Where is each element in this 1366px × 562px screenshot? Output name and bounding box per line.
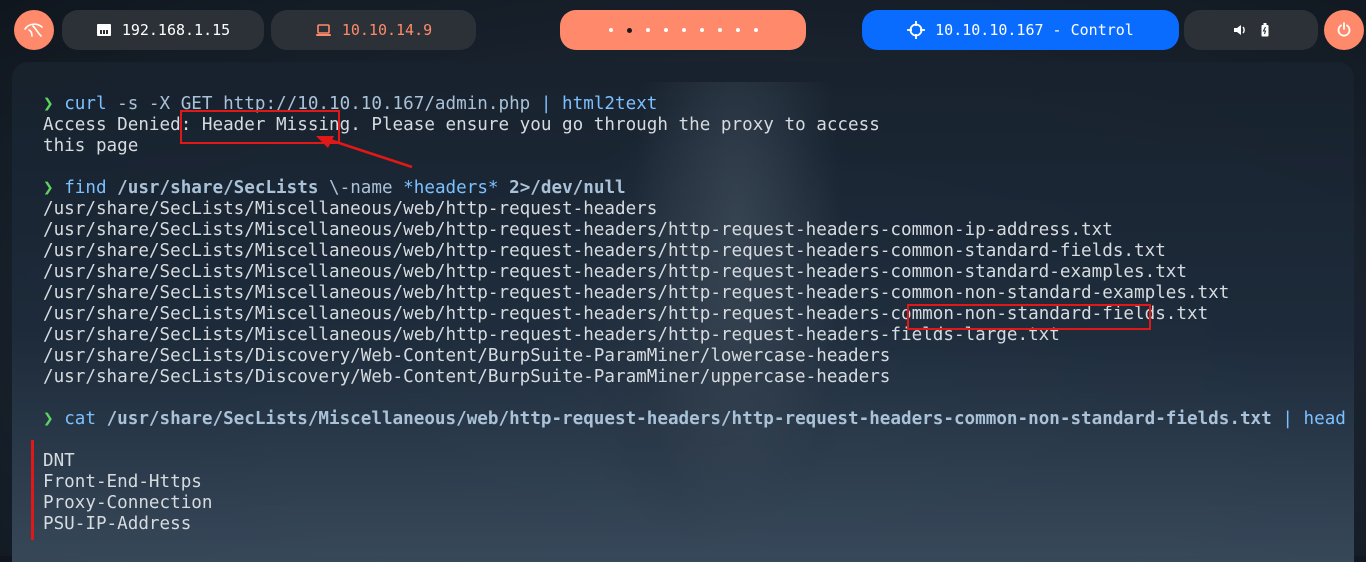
- command-name: find: [64, 178, 107, 198]
- output-text: . Please ensure you go through the proxy…: [350, 115, 880, 135]
- workspace-dots: [608, 27, 758, 33]
- volume-icon[interactable]: [1233, 24, 1247, 36]
- output-line: /usr/share/SecLists/Miscellaneous/web/ht…: [43, 262, 1187, 282]
- host-ip-text: 192.168.1.15: [121, 21, 231, 39]
- target-pill[interactable]: 10.10.10.167 - Control: [862, 10, 1179, 50]
- highlight-bar-cat-output: [31, 440, 34, 540]
- command-name: html2text: [562, 94, 658, 114]
- workspace-dot[interactable]: [645, 28, 650, 32]
- output-line: /usr/share/SecLists/Miscellaneous/web/ht…: [43, 325, 1060, 345]
- prompt-symbol: ❯: [43, 94, 54, 114]
- command-line-find: ❯ find /usr/share/SecLists \-name *heade…: [43, 178, 1354, 199]
- glob-pattern: *headers*: [403, 178, 499, 198]
- command-args: \-name: [329, 178, 404, 198]
- vpn-ip-pill[interactable]: 10.10.14.9: [271, 10, 476, 50]
- output-line: /usr/share/SecLists/Miscellaneous/web/ht…: [43, 199, 658, 219]
- workspace-dot[interactable]: [699, 28, 704, 32]
- workspace-dot[interactable]: [681, 28, 686, 32]
- pipe-symbol: |: [540, 94, 552, 114]
- ethernet-icon: [96, 23, 112, 37]
- kali-dragon-icon: [23, 21, 45, 39]
- laptop-icon: [315, 23, 332, 37]
- vpn-ip-text: 10.10.14.9: [341, 21, 433, 39]
- redirect: 2>/dev/null: [509, 178, 626, 198]
- target-text: 10.10.10.167 - Control: [935, 21, 1134, 39]
- output-text: /usr/share/SecLists/Miscellaneous/web/ht…: [43, 304, 965, 324]
- workspace-dot[interactable]: [753, 28, 758, 32]
- power-button[interactable]: [1324, 10, 1364, 50]
- header-name-line: Front-End-Https: [43, 472, 202, 492]
- output-text: Access Denied:: [43, 115, 202, 135]
- terminal-window[interactable]: ❯ curl -s -X GET http://10.10.10.167/adm…: [12, 62, 1354, 562]
- workspace-dot[interactable]: [735, 28, 740, 32]
- power-icon: [1336, 22, 1352, 38]
- battery-icon[interactable]: [1261, 23, 1269, 37]
- highlight-box-non-standard-fields: [907, 304, 1151, 330]
- header-name-line: Proxy-Connection: [43, 493, 213, 513]
- output-line: /usr/share/SecLists/Discovery/Web-Conten…: [43, 367, 891, 387]
- command-name: curl: [64, 94, 107, 114]
- prompt-symbol: ❯: [43, 178, 54, 198]
- pipe-symbol: |: [1282, 409, 1293, 429]
- header-name-line: DNT: [43, 451, 75, 471]
- workspace-dot[interactable]: [608, 28, 613, 32]
- command-name: cat: [64, 409, 96, 429]
- prompt-symbol: ❯: [43, 409, 54, 429]
- command-line-cat: ❯ cat /usr/share/SecLists/Miscellaneous/…: [43, 409, 1354, 430]
- header-name-line: PSU-IP-Address: [43, 514, 192, 534]
- workspace-dot[interactable]: [717, 28, 722, 32]
- output-line: /usr/share/SecLists/Miscellaneous/web/ht…: [43, 283, 1230, 303]
- terminal-output: ❯ curl -s -X GET http://10.10.10.167/adm…: [43, 94, 1354, 535]
- workspace-dot[interactable]: [626, 27, 632, 33]
- crosshair-icon: [907, 21, 926, 39]
- command-path: /usr/share/SecLists/Miscellaneous/web/ht…: [106, 409, 1272, 429]
- annotation-arrow: [316, 136, 413, 169]
- output-line: /usr/share/SecLists/Discovery/Web-Conten…: [43, 346, 891, 366]
- host-ip-pill[interactable]: 192.168.1.15: [62, 10, 264, 50]
- output-line: /usr/share/SecLists/Miscellaneous/web/ht…: [43, 304, 1354, 325]
- workspace-switcher[interactable]: [560, 10, 806, 50]
- top-bar: 192.168.1.15 10.10.14.9 10.10.10.167 - C…: [0, 0, 1366, 62]
- command-name: head: [1303, 409, 1346, 429]
- system-tray[interactable]: [1184, 10, 1318, 50]
- menu-button[interactable]: [14, 10, 54, 50]
- command-path: /usr/share/SecLists: [117, 178, 319, 198]
- workspace-dot[interactable]: [663, 28, 668, 32]
- output-line: /usr/share/SecLists/Miscellaneous/web/ht…: [43, 241, 1166, 261]
- output-line: /usr/share/SecLists/Miscellaneous/web/ht…: [43, 220, 1113, 240]
